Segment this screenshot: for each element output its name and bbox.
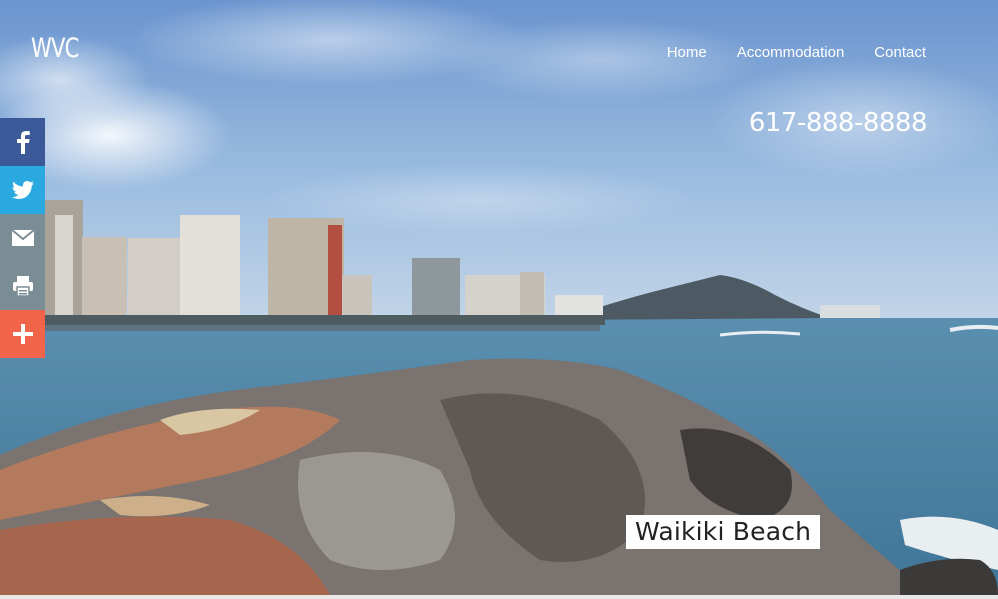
email-share-button[interactable] (0, 214, 45, 262)
email-icon (11, 230, 34, 246)
nav-accommodation[interactable]: Accommodation (737, 44, 845, 61)
share-bar (0, 118, 45, 358)
phone-number[interactable]: 617-888-8888 (749, 108, 928, 138)
twitter-icon (11, 181, 34, 199)
beach-scene (0, 0, 998, 595)
nav-home[interactable]: Home (667, 44, 707, 61)
more-share-button[interactable] (0, 310, 45, 358)
plus-icon (12, 324, 33, 344)
print-icon (12, 276, 33, 296)
facebook-icon (16, 131, 30, 154)
hero-caption: Waikiki Beach (626, 515, 821, 549)
nav-contact[interactable]: Contact (874, 44, 926, 61)
bottom-strip (0, 595, 998, 599)
twitter-share-button[interactable] (0, 166, 45, 214)
site-logo[interactable]: WVC (31, 33, 79, 64)
print-share-button[interactable] (0, 262, 45, 310)
facebook-share-button[interactable] (0, 118, 45, 166)
hero-image (0, 0, 998, 595)
main-nav: Home Accommodation Contact (667, 44, 926, 61)
